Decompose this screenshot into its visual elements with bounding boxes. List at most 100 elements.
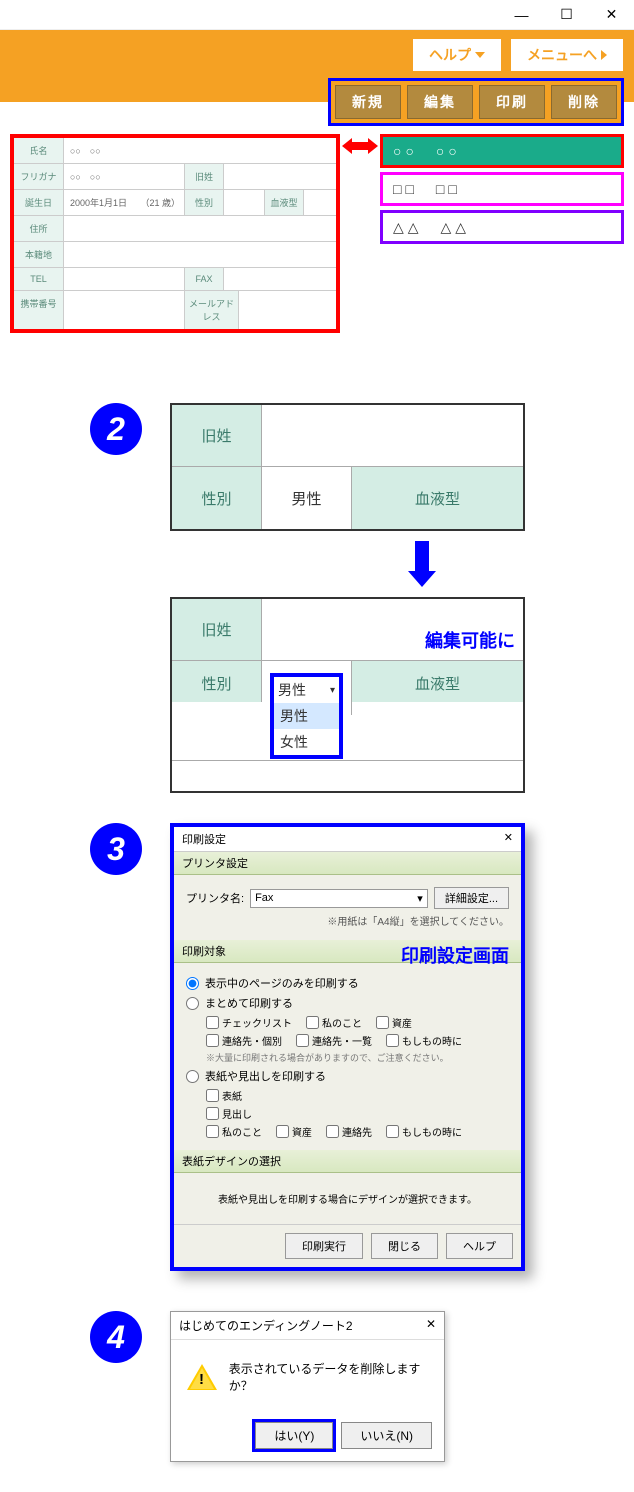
birthday-value: 2000年1月1日 （21 歳） xyxy=(64,190,184,215)
print-close-icon[interactable]: ✕ xyxy=(504,831,513,847)
check-item[interactable]: 資産 xyxy=(376,1015,412,1030)
confirm-message: 表示されているデータを削除しますか？ xyxy=(229,1360,428,1394)
printer-select[interactable]: Fax ▾ xyxy=(250,889,428,908)
check-label: 私のこと xyxy=(222,1124,262,1139)
oldname-value xyxy=(224,164,336,189)
gender-dropdown[interactable]: 男性 ▾ 男性 女性 xyxy=(270,673,343,707)
new-button[interactable]: 新規 xyxy=(335,85,401,119)
print-dialog-title: 印刷設定 xyxy=(182,831,226,847)
check-item[interactable]: 連絡先・一覧 xyxy=(296,1033,372,1048)
printer-value: Fax xyxy=(255,892,273,905)
gender-value: 男性 xyxy=(262,467,352,529)
radio-input[interactable] xyxy=(186,1070,199,1083)
checkbox-input[interactable] xyxy=(206,1034,219,1047)
print-dialog-footer: 印刷実行 閉じる ヘルプ xyxy=(174,1224,521,1267)
checkbox-input[interactable] xyxy=(206,1016,219,1029)
checkbox-input[interactable] xyxy=(206,1125,219,1138)
check-label: 私のこと xyxy=(322,1015,362,1030)
checkbox-input[interactable] xyxy=(386,1125,399,1138)
check-label: 資産 xyxy=(292,1124,312,1139)
person-list: ○○ ○○ □□ □□ △△ △△ xyxy=(380,134,624,248)
editable-label: 編集可能に xyxy=(425,627,515,653)
checkbox-input[interactable] xyxy=(206,1089,219,1102)
oldname-label: 旧姓 xyxy=(172,405,262,466)
window-chrome: — ☐ ✕ xyxy=(0,0,634,30)
step-badge-2: 2 xyxy=(90,403,142,455)
radio-current-page[interactable]: 表示中のページのみを印刷する xyxy=(186,975,509,991)
list-item[interactable]: △△ △△ xyxy=(380,210,624,244)
paper-note: ※用紙は「A4縦」を選択してください。 xyxy=(186,913,509,928)
checkbox-input[interactable] xyxy=(206,1107,219,1120)
gender-option-female[interactable]: 女性 xyxy=(274,729,339,755)
tel-value xyxy=(64,268,184,290)
checkbox-input[interactable] xyxy=(276,1125,289,1138)
blood-label: 血液型 xyxy=(352,467,523,529)
print-help-button[interactable]: ヘルプ xyxy=(446,1233,513,1259)
radio-input[interactable] xyxy=(186,977,199,990)
check-item[interactable]: 表紙 xyxy=(206,1088,242,1103)
form-row-honseki: 本籍地 xyxy=(14,242,336,268)
printer-detail-button[interactable]: 詳細設定... xyxy=(434,887,509,909)
minimize-button[interactable]: — xyxy=(499,0,544,30)
check-item[interactable]: 連絡先・個別 xyxy=(206,1033,282,1048)
menu-button[interactable]: メニューへ xyxy=(510,38,624,72)
oldname-label: 旧姓 xyxy=(172,599,262,660)
checkbox-input[interactable] xyxy=(326,1125,339,1138)
delete-button[interactable]: 削除 xyxy=(551,85,617,119)
name-label: 氏名 xyxy=(14,138,64,163)
check-item[interactable]: 私のこと xyxy=(206,1124,262,1139)
checkbox-input[interactable] xyxy=(376,1016,389,1029)
no-button[interactable]: いいえ(N) xyxy=(341,1422,432,1449)
radio-input[interactable] xyxy=(186,997,199,1010)
step-3: 3 印刷設定画面 印刷設定 ✕ プリンタ設定 プリンタ名: Fax ▾ 詳細設定… xyxy=(0,823,634,1271)
chevron-right-icon xyxy=(601,50,607,60)
check-item[interactable]: 資産 xyxy=(276,1124,312,1139)
form-row-address: 住所 xyxy=(14,216,336,242)
maximize-button[interactable]: ☐ xyxy=(544,0,589,30)
cover-check-row-2: 見出し xyxy=(206,1106,509,1121)
radio-cover[interactable]: 表紙や見出しを印刷する xyxy=(186,1068,509,1084)
readonly-table: 旧姓 性別 男性 血液型 xyxy=(170,403,525,531)
checkbox-input[interactable] xyxy=(296,1034,309,1047)
yes-button[interactable]: はい(Y) xyxy=(255,1422,333,1449)
step-4: 4 はじめてのエンディングノート2 ✕ ! 表示されているデータを削除しますか？… xyxy=(0,1311,634,1462)
checkbox-input[interactable] xyxy=(306,1016,319,1029)
check-label: 表紙 xyxy=(222,1088,242,1103)
check-label: 見出し xyxy=(222,1106,252,1121)
check-item[interactable]: 私のこと xyxy=(306,1015,362,1030)
oldname-value xyxy=(262,405,523,466)
print-execute-button[interactable]: 印刷実行 xyxy=(285,1233,363,1259)
mail-label: メールアドレス xyxy=(184,291,239,329)
empty-row xyxy=(172,761,523,791)
gender-option-male[interactable]: 男性 xyxy=(274,703,339,729)
checkbox-input[interactable] xyxy=(386,1034,399,1047)
close-button[interactable]: ✕ xyxy=(589,0,634,30)
warning-icon: ! xyxy=(187,1364,215,1390)
check-item[interactable]: 見出し xyxy=(206,1106,252,1121)
check-item[interactable]: もしもの時に xyxy=(386,1124,462,1139)
honseki-label: 本籍地 xyxy=(14,242,64,267)
printer-name-label: プリンタ名: xyxy=(186,890,244,906)
mobile-label: 携帯番号 xyxy=(14,291,64,329)
print-dialog-titlebar: 印刷設定 ✕ xyxy=(174,827,521,852)
check-item[interactable]: チェックリスト xyxy=(206,1015,292,1030)
honseki-value xyxy=(64,242,336,267)
confirm-close-icon[interactable]: ✕ xyxy=(426,1317,436,1334)
list-item[interactable]: □□ □□ xyxy=(380,172,624,206)
help-button[interactable]: ヘルプ xyxy=(412,38,502,72)
mail-value xyxy=(239,291,336,329)
gender-label: 性別 xyxy=(172,661,262,702)
check-item[interactable]: 連絡先 xyxy=(326,1124,372,1139)
print-button[interactable]: 印刷 xyxy=(479,85,545,119)
check-item[interactable]: もしもの時に xyxy=(386,1033,462,1048)
print-dialog-label: 印刷設定画面 xyxy=(401,942,509,968)
radio-batch[interactable]: まとめて印刷する xyxy=(186,995,509,1011)
editable-table: 編集可能に 旧姓 性別 男性 ▾ 男性 女性 血液型 xyxy=(170,597,525,793)
print-close-button[interactable]: 閉じる xyxy=(371,1233,438,1259)
address-label: 住所 xyxy=(14,216,64,241)
radio-label: 表示中のページのみを印刷する xyxy=(205,975,359,991)
design-section-header: 表紙デザインの選択 xyxy=(174,1150,521,1173)
batch-check-row-2: 連絡先・個別 連絡先・一覧 もしもの時に xyxy=(206,1033,509,1048)
edit-button[interactable]: 編集 xyxy=(407,85,473,119)
list-item[interactable]: ○○ ○○ xyxy=(380,134,624,168)
